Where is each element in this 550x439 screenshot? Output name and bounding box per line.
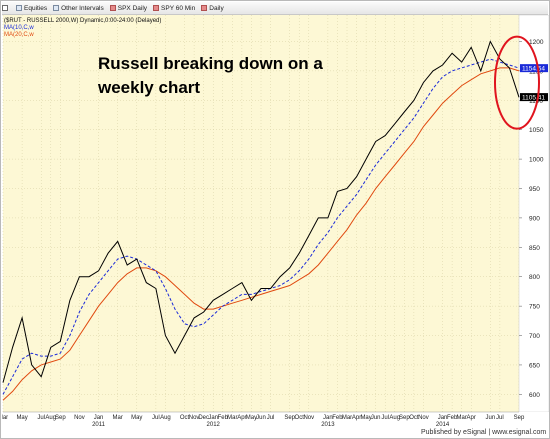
x-tick-label: Mar: [112, 415, 122, 421]
x-tick-label: Nov: [74, 415, 85, 421]
chevron-icon: [2, 5, 8, 11]
x-tick-label: Jul: [152, 415, 160, 421]
y-tick-label: 700: [529, 333, 540, 340]
x-tick-label: Sep: [514, 415, 525, 421]
toolbar-item-label: Other Intervals: [61, 4, 104, 12]
price-tag-label: 1154.64: [522, 65, 545, 72]
y-tick-label: 1200: [529, 39, 544, 46]
x-tick-label: Jun: [256, 415, 266, 421]
toolbar-item-daily[interactable]: Daily: [201, 4, 224, 12]
toolbar-item-spx-daily[interactable]: SPX Daily: [109, 4, 148, 12]
x-year-label: 2012: [207, 422, 221, 428]
y-tick-label: 1050: [529, 127, 544, 134]
y-tick-label: 800: [529, 274, 540, 281]
x-tick-label: Jul: [496, 415, 504, 421]
y-tick-label: 850: [529, 245, 540, 252]
list-icon: [16, 5, 22, 11]
x-year-label: 2011: [92, 422, 106, 428]
y-tick-label: 950: [529, 186, 540, 193]
y-axis: 6006507007508008509009501000105011001150…: [518, 15, 549, 413]
chart-title: ($RUT - RUSSELL 2000,W) Dynamic,0:00-24:…: [4, 18, 161, 24]
x-tick-label: May: [16, 415, 27, 421]
x-year-label: 2014: [436, 422, 450, 428]
x-tick-label: Jul: [381, 415, 389, 421]
y-tick-label: 1000: [529, 157, 544, 164]
toolbar-item-label: Equities: [24, 4, 48, 12]
legend-ma20: MA(20,C,w: [4, 32, 34, 38]
toolbar-item-menu[interactable]: [2, 5, 10, 11]
y-tick-label: 750: [529, 304, 540, 311]
toolbar-item-other-intervals[interactable]: Other Intervals: [53, 5, 104, 12]
toolbar-item-label: SPX Daily: [117, 4, 148, 12]
chart-icon: [109, 5, 116, 11]
toolbar-item-label: Daily: [209, 4, 224, 12]
x-tick-label: Jun: [485, 415, 495, 421]
x-tick-label: Jun: [371, 415, 381, 421]
legend-ma10: MA(10,C,w: [4, 25, 34, 31]
x-tick-label: May: [131, 415, 142, 421]
toolbar-item-label: SPY 60 Min: [161, 4, 196, 12]
x-tick-label: Jan: [438, 415, 448, 421]
x-tick-label: Apr: [467, 415, 476, 421]
x-tick-label: Jan: [323, 415, 333, 421]
toolbar: Equities Other Intervals SPX Daily SPY 6…: [2, 2, 548, 15]
list-icon: [53, 5, 60, 11]
chart-window: Equities Other Intervals SPX Daily SPY 6…: [0, 0, 550, 439]
y-tick-label: 650: [529, 362, 540, 369]
x-tick-label: Mar: [227, 415, 237, 421]
x-tick-label: Sep: [55, 415, 66, 421]
toolbar-item-spy-60-min[interactable]: SPY 60 Min: [153, 5, 195, 12]
x-axis: MarMayJulAugSepNovJanMarMayJulAugOctNovD…: [2, 411, 549, 428]
x-tick-label: Nov: [418, 415, 429, 421]
chart-icon: [201, 5, 208, 11]
y-tick-label: 600: [529, 392, 540, 399]
x-tick-label: Mar: [342, 415, 352, 421]
chart-icon: [153, 5, 160, 11]
annotation-line: Russell breaking down on a: [98, 54, 323, 73]
footer-credit: Published by eSignal | www.esignal.com: [421, 429, 547, 436]
x-tick-label: Jul: [37, 415, 45, 421]
x-tick-label: Mar: [2, 415, 8, 421]
x-tick-label: Mar: [456, 415, 466, 421]
x-tick-label: Nov: [303, 415, 314, 421]
x-tick-label: Jul: [267, 415, 275, 421]
x-tick-label: Jan: [94, 415, 104, 421]
x-year-label: 2013: [321, 422, 335, 428]
y-tick-label: 900: [529, 215, 540, 222]
toolbar-item-equities[interactable]: Equities: [16, 5, 47, 12]
annotation-line: weekly chart: [97, 78, 200, 97]
chart-canvas: 6006507007508008509009501000105011001150…: [2, 15, 549, 428]
price-tag-label: 1105.41: [522, 94, 545, 101]
x-tick-label: Aug: [160, 415, 171, 421]
